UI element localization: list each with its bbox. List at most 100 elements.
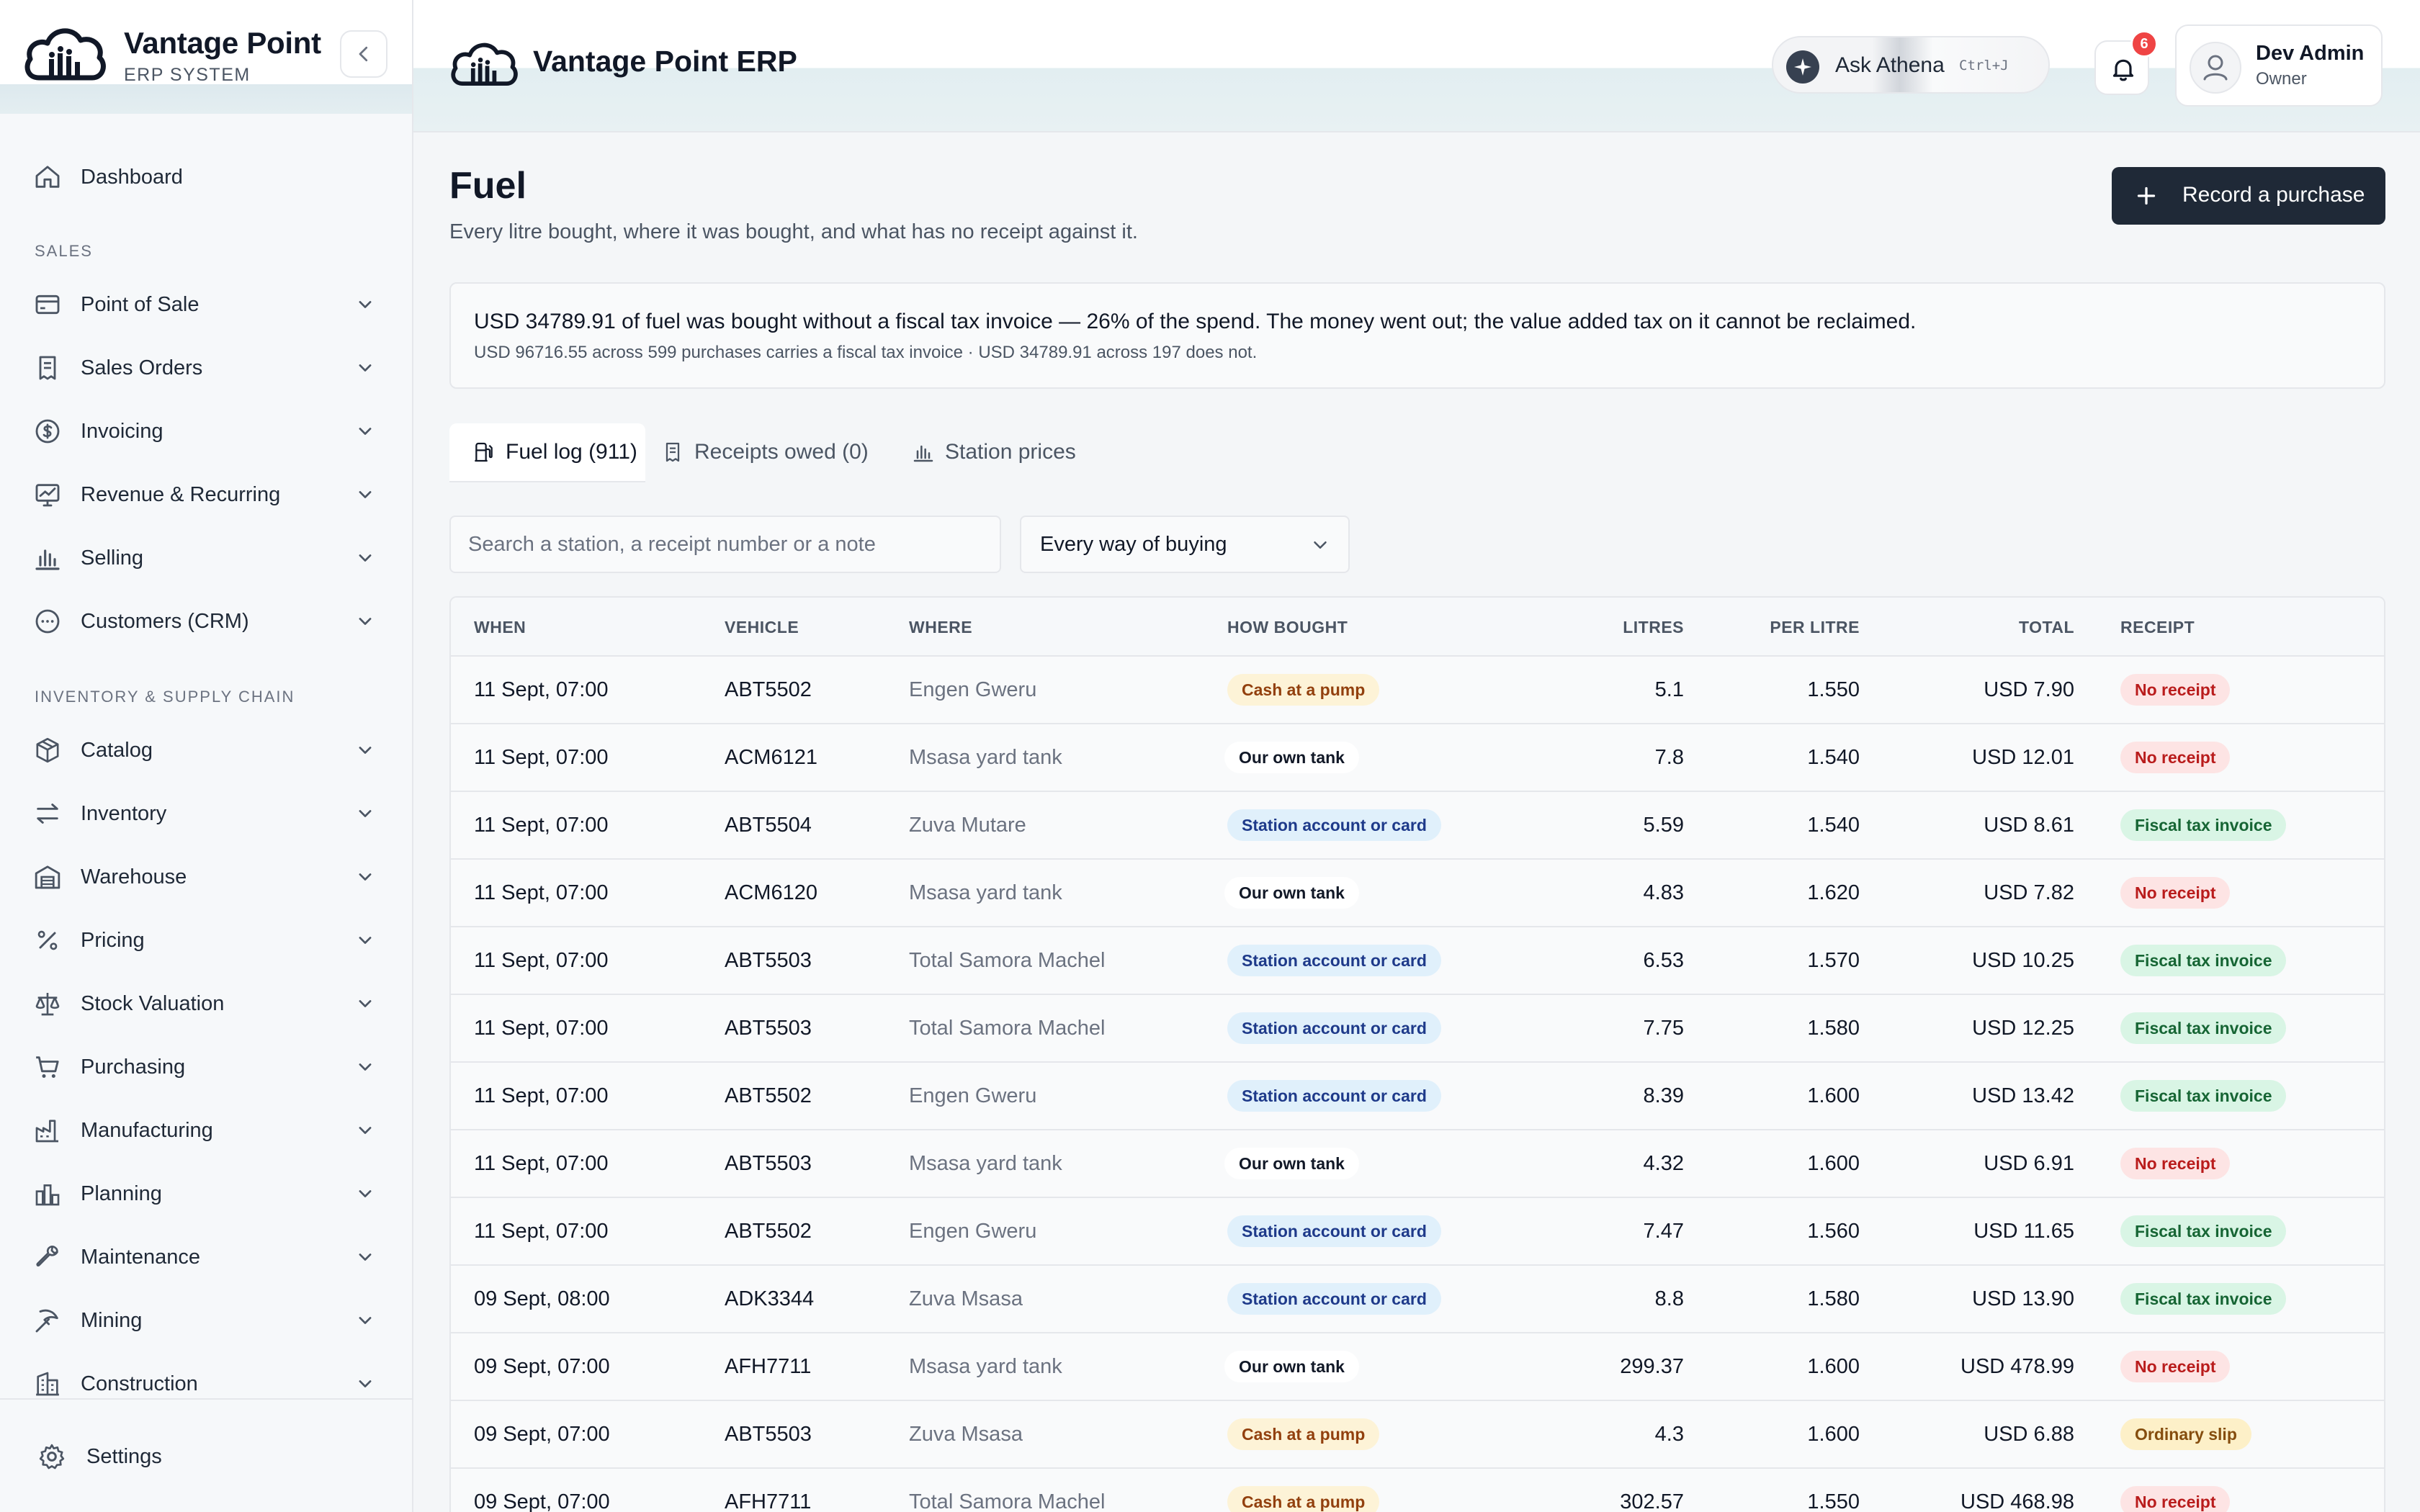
sidebar-item-customers-crm[interactable]: Customers (CRM)	[0, 593, 412, 650]
ask-athena-button[interactable]: Ask Athena Ctrl+J	[1772, 36, 2050, 94]
cell-litres: 8.39	[1643, 1084, 1684, 1107]
factory-icon	[35, 1120, 58, 1143]
column-header-litres[interactable]: LITRES	[1623, 618, 1684, 637]
table-row[interactable]: 11 Sept, 07:00 ABT5502 Engen Gweru Cash at …	[451, 657, 2384, 724]
cell-vehicle: AFH7711	[725, 1490, 812, 1512]
cell-vehicle: ABT5502	[725, 678, 812, 701]
cell-where: Total Samora Machel	[909, 1017, 1106, 1040]
sidebar-item-label: Point of Sale	[81, 292, 200, 316]
search-input[interactable]	[449, 516, 1001, 573]
table-row[interactable]: 09 Sept, 07:00 AFH7711 Total Samora Machel…	[451, 1469, 2384, 1512]
avatar	[2190, 42, 2241, 94]
sidebar: Vantage Point ERP SYSTEM Dashboard SALES P…	[0, 0, 413, 1512]
sidebar-item-catalog[interactable]: Catalog	[0, 721, 412, 779]
cell-litres: 5.1	[1654, 678, 1684, 701]
user-menu[interactable]: Dev Admin Owner	[2175, 24, 2383, 107]
sidebar-item-pricing[interactable]: Pricing	[0, 912, 412, 969]
table-row[interactable]: 09 Sept, 07:00 ABT5503 Zuva Msasa Cash at a…	[451, 1401, 2384, 1469]
cell-litres: 5.59	[1643, 814, 1684, 837]
purchase-method-badge: Station account or card	[1227, 1215, 1441, 1247]
buying-method-select[interactable]: Every way of buying	[1020, 516, 1350, 573]
tab-fuel-log[interactable]: Fuel log (911)	[449, 423, 645, 481]
cell-litres: 8.8	[1654, 1287, 1684, 1310]
column-header-when[interactable]: WHEN	[474, 618, 526, 637]
receipt-icon	[666, 442, 680, 462]
chevron-left-icon	[359, 46, 368, 62]
purchase-method-badge: Our own tank	[1224, 1351, 1359, 1382]
sidebar-section-label: INVENTORY & SUPPLY CHAIN	[35, 688, 295, 706]
column-header-vehicle[interactable]: VEHICLE	[725, 618, 799, 637]
table-row[interactable]: 11 Sept, 07:00 ABT5503 Msasa yard tank Our …	[451, 1130, 2384, 1198]
top-header: Vantage Point ERP Ask Athena Ctrl+J 6 De…	[413, 0, 2420, 132]
table-header: WHEN VEHICLE WHERE HOW BOUGHT LITRES PER LITR…	[451, 598, 2384, 657]
tab-label: Fuel log (911)	[506, 440, 637, 464]
chevron-down-icon	[359, 937, 372, 944]
table-row[interactable]: 11 Sept, 07:00 ABT5502 Engen Gweru Station …	[451, 1063, 2384, 1130]
cell-litres: 4.83	[1643, 881, 1684, 904]
sidebar-item-invoicing[interactable]: Invoicing	[0, 402, 412, 460]
sidebar-item-sales-orders[interactable]: Sales Orders	[0, 339, 412, 397]
cell-vehicle: ABT5504	[725, 814, 812, 837]
table-row[interactable]: 11 Sept, 07:00 ABT5502 Engen Gweru Station …	[451, 1198, 2384, 1266]
sidebar-item-mining[interactable]: Mining	[0, 1292, 412, 1349]
table-row[interactable]: 09 Sept, 08:00 ADK3344 Zuva Msasa Station a…	[451, 1266, 2384, 1333]
sidebar-item-stock-valuation[interactable]: Stock Valuation	[0, 975, 412, 1032]
table-row[interactable]: 11 Sept, 07:00 ACM6120 Msasa yard tank Our …	[451, 860, 2384, 927]
tab-bar: Fuel log (911) Receipts owed (0) Station p…	[449, 423, 1099, 481]
app-title: Vantage Point ERP	[533, 45, 797, 78]
fuel-log-table: WHEN VEHICLE WHERE HOW BOUGHT LITRES PER LITR…	[449, 596, 2385, 1512]
pickaxe-icon	[35, 1309, 58, 1333]
sidebar-item-maintenance[interactable]: Maintenance	[0, 1228, 412, 1286]
sidebar-item-warehouse[interactable]: Warehouse	[0, 848, 412, 906]
table-row[interactable]: 11 Sept, 07:00 ACM6121 Msasa yard tank Our …	[451, 724, 2384, 792]
sidebar-item-label: Mining	[81, 1308, 143, 1332]
bar-chart-icon	[913, 445, 933, 462]
cell-where: Msasa yard tank	[909, 1355, 1062, 1378]
cell-vehicle: ABT5502	[725, 1220, 812, 1243]
column-header-receipt[interactable]: RECEIPT	[2120, 618, 2195, 637]
collapse-sidebar-button[interactable]	[340, 30, 387, 78]
receipt-status-badge: No receipt	[2120, 742, 2231, 773]
cell-per-litre: 1.580	[1807, 1287, 1860, 1310]
column-header-where[interactable]: WHERE	[909, 618, 972, 637]
cell-per-litre: 1.550	[1807, 678, 1860, 701]
sidebar-item-selling[interactable]: Selling	[0, 529, 412, 587]
sidebar-item-inventory[interactable]: Inventory	[0, 785, 412, 842]
record-purchase-button[interactable]: Record a purchase	[2112, 167, 2385, 225]
table-row[interactable]: 11 Sept, 07:00 ABT5503 Total Samora Machel…	[451, 927, 2384, 995]
chevron-down-icon	[359, 873, 372, 881]
tab-station-prices[interactable]: Station prices	[896, 423, 1099, 481]
sidebar-item-dashboard[interactable]: Dashboard	[0, 148, 412, 206]
purchase-method-badge: Station account or card	[1227, 1080, 1441, 1112]
cell-where: Msasa yard tank	[909, 1152, 1062, 1175]
cell-when: 09 Sept, 07:00	[474, 1490, 610, 1512]
plus-icon	[2137, 186, 2156, 205]
cell-when: 09 Sept, 08:00	[474, 1287, 610, 1310]
sidebar-item-label: Warehouse	[81, 865, 187, 888]
sidebar-item-manufacturing[interactable]: Manufacturing	[0, 1102, 412, 1159]
chevron-down-icon	[359, 1000, 372, 1007]
cloud-logo-icon	[24, 28, 106, 81]
cell-total: USD 13.42	[1972, 1084, 2074, 1107]
sidebar-item-point-of-sale[interactable]: Point of Sale	[0, 276, 412, 333]
cell-total: USD 6.91	[1984, 1152, 2074, 1175]
column-header-per-litre[interactable]: PER LITRE	[1770, 618, 1860, 637]
table-row[interactable]: 11 Sept, 07:00 ABT5504 Zuva Mutare Station …	[451, 792, 2384, 860]
column-header-total[interactable]: TOTAL	[2019, 618, 2074, 637]
cell-total: USD 478.99	[1960, 1355, 2074, 1378]
table-row[interactable]: 09 Sept, 07:00 AFH7711 Msasa yard tank Our …	[451, 1333, 2384, 1401]
receipt-status-badge: Fiscal tax invoice	[2120, 809, 2287, 841]
sidebar-item-settings[interactable]: Settings	[0, 1428, 412, 1485]
purchase-method-badge: Cash at a pump	[1227, 1486, 1380, 1512]
sidebar-item-purchasing[interactable]: Purchasing	[0, 1038, 412, 1096]
chat-icon	[35, 609, 60, 634]
sidebar-item-revenue-recurring[interactable]: Revenue & Recurring	[0, 466, 412, 523]
table-row[interactable]: 11 Sept, 07:00 ABT5503 Total Samora Machel…	[451, 995, 2384, 1063]
sidebar-item-label: Settings	[86, 1444, 162, 1468]
cell-litres: 7.75	[1643, 1017, 1684, 1040]
tab-receipts-owed[interactable]: Receipts owed (0)	[645, 423, 896, 481]
sidebar-item-planning[interactable]: Planning	[0, 1165, 412, 1223]
cell-per-litre: 1.620	[1807, 881, 1860, 904]
column-header-how[interactable]: HOW BOUGHT	[1227, 618, 1348, 637]
cell-total: USD 468.98	[1960, 1490, 2074, 1512]
